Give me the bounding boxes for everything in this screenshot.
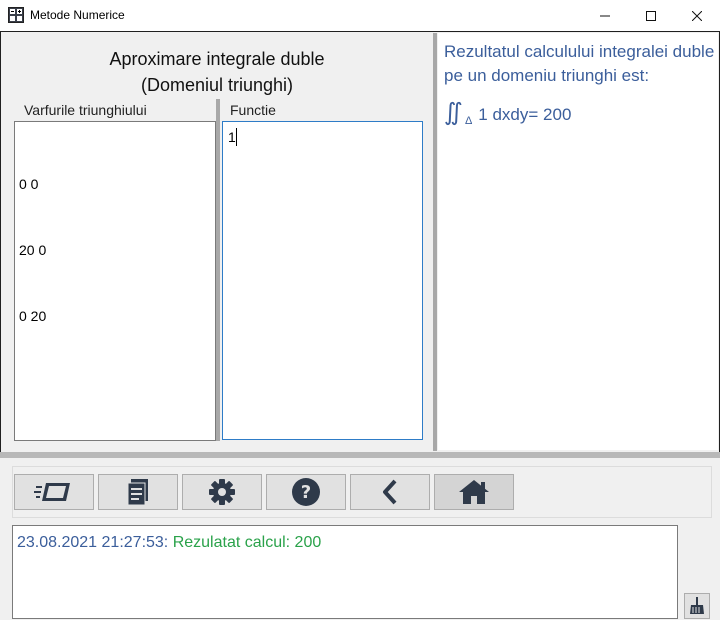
delta-symbol: Δ [464, 115, 473, 127]
result-description: Rezultatul calculului integralei duble p… [444, 42, 715, 85]
fast-forward-card-icon [34, 483, 70, 501]
calculator-icon [8, 7, 24, 23]
integral-result: ∬ Δ 1 dxdy= 200 [444, 98, 571, 127]
vertex-line: 20 0 [19, 242, 47, 258]
panel-title: Aproximare integrale duble (Domeniul tri… [2, 46, 432, 98]
back-button[interactable] [350, 474, 430, 510]
double-integral-symbol: ∬ [444, 99, 463, 126]
vertex-line: 0 20 [19, 308, 47, 324]
help-icon: ? [292, 478, 320, 506]
integral-expression: 1 dxdy= 200 [478, 105, 572, 124]
panel-title-line2: (Domeniul triunghi) [140, 75, 294, 95]
vertical-splitter[interactable] [216, 99, 220, 441]
svg-text:?: ? [301, 482, 311, 503]
minimize-button[interactable] [582, 0, 628, 31]
vertices-label: Varfurile triunghiului [24, 102, 147, 118]
vertices-list: 0 0 20 0 0 20 [19, 129, 46, 349]
settings-button[interactable] [182, 474, 262, 510]
close-icon [692, 10, 702, 21]
minimize-icon [600, 15, 610, 16]
broom-icon [690, 597, 704, 614]
home-button[interactable] [434, 474, 514, 510]
gear-icon [209, 479, 235, 505]
vertex-line: 0 0 [19, 176, 39, 192]
result-panel [438, 33, 718, 450]
clear-log-button[interactable] [684, 593, 710, 619]
function-value: 1 [228, 129, 236, 145]
maximize-icon [646, 10, 656, 21]
text-caret [236, 128, 237, 146]
function-textarea[interactable] [222, 121, 423, 440]
function-label: Functie [230, 102, 276, 118]
home-icon [459, 480, 489, 504]
back-chevron-icon [383, 479, 397, 505]
log-message: Rezulatat calcul: 200 [172, 534, 322, 551]
log-entry: 23.08.2021 21:27:53: Rezulatat calcul: 2… [17, 534, 321, 552]
run-button[interactable] [14, 474, 94, 510]
document-icon [127, 479, 148, 506]
log-timestamp: 23.08.2021 21:27:53: [17, 534, 169, 551]
panel-splitter[interactable] [433, 33, 437, 451]
document-button[interactable] [98, 474, 178, 510]
help-button[interactable]: ? [266, 474, 346, 510]
window-title: Metode Numerice [30, 8, 125, 22]
close-button[interactable] [674, 0, 720, 31]
maximize-button[interactable] [628, 0, 674, 31]
panel-title-line1: Aproximare integrale duble [109, 49, 325, 69]
